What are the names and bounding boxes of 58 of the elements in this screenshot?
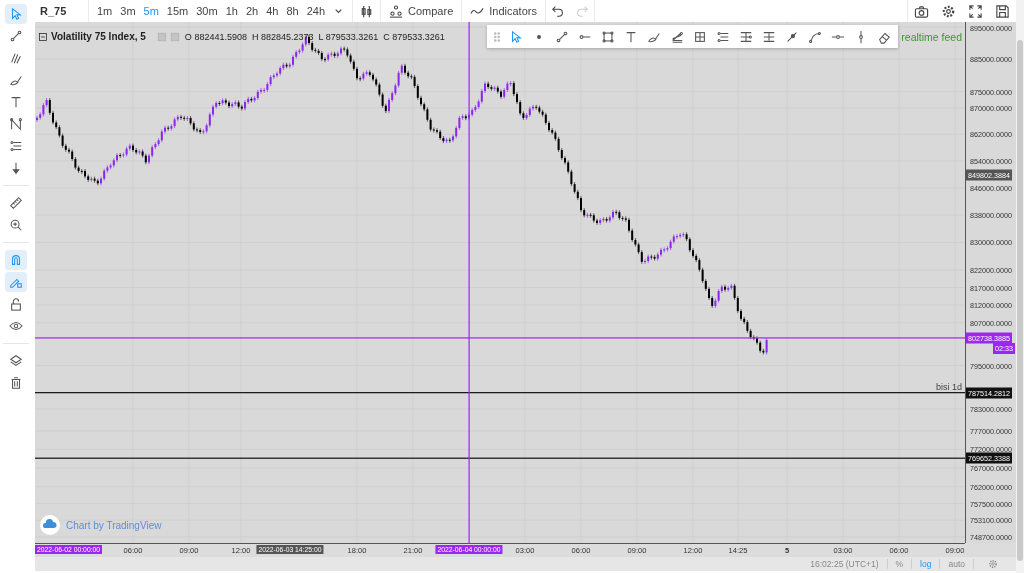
ruler-icon — [9, 196, 23, 210]
indicators-button[interactable]: Indicators — [462, 0, 545, 22]
settings-icon — [988, 559, 998, 569]
interval-button[interactable]: 1h — [221, 3, 242, 19]
trend-line-icon — [554, 29, 569, 44]
redo-icon — [574, 4, 589, 18]
camera-icon — [914, 3, 929, 19]
interval-button[interactable]: 3m — [116, 3, 140, 19]
unlock-icon — [9, 297, 23, 311]
interval-button[interactable]: 8h — [282, 3, 303, 19]
grid-icon — [692, 29, 707, 44]
interval-button[interactable]: 30m — [192, 3, 222, 19]
interval-button[interactable]: 2h — [241, 3, 263, 19]
eye-icon — [9, 319, 23, 333]
ohlc-value: C 879533.3261 — [383, 31, 445, 42]
parallel-lines-icon — [9, 139, 23, 153]
save-icon — [995, 3, 1010, 19]
scrollbar[interactable] — [1016, 0, 1024, 573]
rectangle-icon — [600, 29, 615, 44]
magnet-icon — [9, 253, 23, 267]
interval-button[interactable]: 24h — [302, 3, 329, 19]
price-line-label: bisi 1d — [936, 381, 962, 392]
symbol-label[interactable]: R_75 — [32, 5, 88, 17]
arrow-down-icon — [9, 161, 23, 175]
curve-icon — [807, 29, 822, 44]
settings-icon — [941, 3, 956, 19]
candlestick-icon — [359, 3, 374, 19]
brush-icon — [9, 73, 23, 87]
undo-icon — [550, 4, 565, 18]
layers-icon — [9, 354, 23, 368]
trash-icon — [9, 376, 23, 390]
price-axis[interactable] — [965, 22, 1016, 543]
ohlc-value: O 882441.5908 — [184, 31, 247, 42]
interval-button[interactable]: 1m — [93, 3, 117, 19]
square-icon — [156, 31, 167, 42]
pitchfork-icon — [9, 51, 23, 65]
trend-line-icon — [9, 29, 23, 43]
compare-icon — [389, 4, 403, 18]
realtime-feed-label: realtime feed — [901, 31, 962, 43]
square-icon — [169, 31, 180, 42]
channel-split-icon — [761, 29, 776, 44]
legend-title: Volatility 75 Index, 5 — [51, 31, 146, 42]
zoom-in-icon — [9, 218, 23, 232]
ohlc-value: H 882845.2373 — [251, 31, 314, 42]
fullscreen-icon — [968, 3, 983, 19]
ohlc-value: L 879533.3261 — [318, 31, 379, 42]
pattern-icon — [9, 117, 23, 131]
chart-plot[interactable]: Volatility 75 Index, 5 O 882441.5908 H 882845.2373 L 879533.3261 C 879533.3261 realtime feed bisi 1d Chart by TradingView — [35, 22, 965, 543]
parallel-lines-icon — [715, 29, 730, 44]
clock-label: 16:02:25 (UTC+1) — [802, 559, 888, 569]
interval-button[interactable]: 15m — [162, 3, 193, 19]
text-icon — [9, 95, 23, 109]
collapse-icon — [38, 31, 48, 42]
cloud-logo-icon — [40, 515, 60, 535]
interval-button[interactable]: 4h — [262, 3, 283, 19]
compare-button[interactable]: Compare — [381, 0, 462, 22]
channel-icon — [738, 29, 753, 44]
cursor-icon — [9, 7, 23, 21]
